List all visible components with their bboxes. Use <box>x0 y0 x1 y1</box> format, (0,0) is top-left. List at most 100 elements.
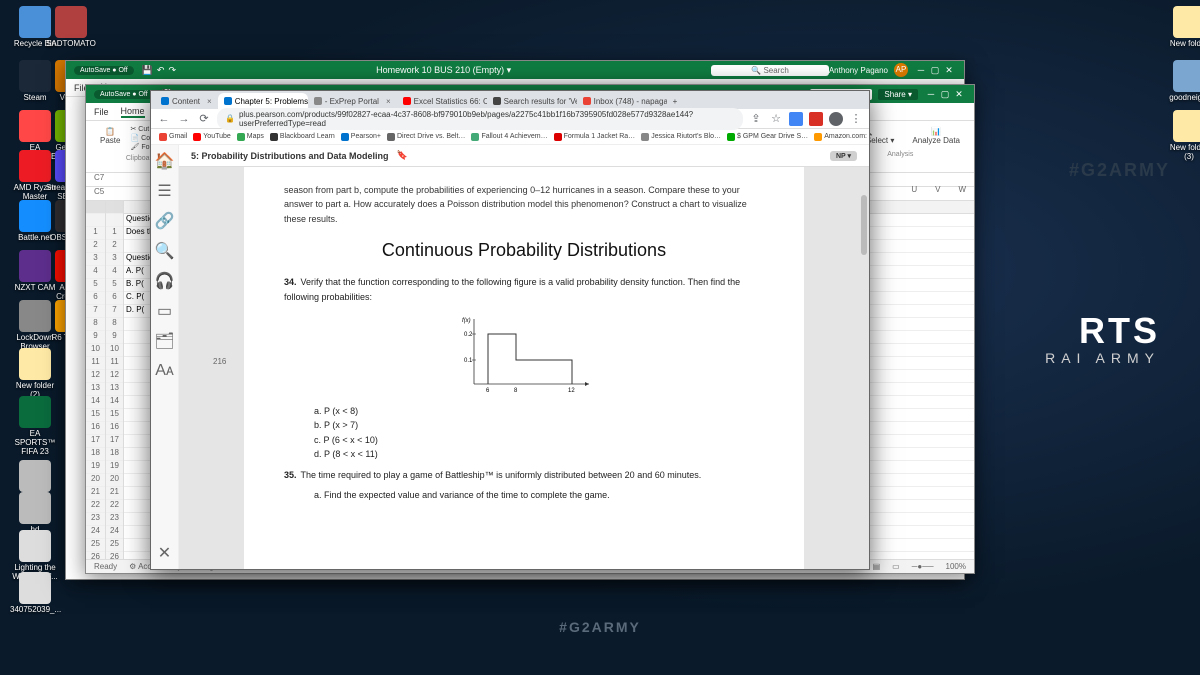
bookmark-page-icon[interactable]: 🔖 <box>397 150 408 161</box>
row-header[interactable]: 7 <box>106 305 123 318</box>
row-header[interactable]: 6 <box>86 292 105 305</box>
browser-tab[interactable]: Search results for 'Verify th…× <box>487 93 577 109</box>
paste-button[interactable]: 📋Paste <box>94 125 126 151</box>
toc-icon[interactable]: ☰ <box>157 183 173 199</box>
bookmark-item[interactable]: Formula 1 Jacket Ra… <box>554 133 636 141</box>
desktop-icon[interactable]: 340752039_... <box>10 572 60 615</box>
row-header[interactable]: 5 <box>106 279 123 292</box>
desktop-icon[interactable]: hd <box>10 492 60 535</box>
browser-tab[interactable]: Excel Statistics 66: Continu…× <box>397 93 487 109</box>
desktop-icon[interactable]: New folder (2) <box>10 348 60 400</box>
browser-tab[interactable]: Inbox (748) - napagano11@× <box>577 93 667 109</box>
desktop-icon[interactable]: New folder <box>1164 6 1200 49</box>
bookmark-star-icon[interactable]: ☆ <box>769 112 783 125</box>
row-header[interactable]: 11 <box>86 357 105 370</box>
extension-1-icon[interactable] <box>789 112 803 126</box>
search-icon[interactable]: 🔍 <box>157 243 173 259</box>
row-header[interactable]: 3 <box>86 253 105 266</box>
row-header[interactable]: 14 <box>106 396 123 409</box>
bookmark-item[interactable]: Fallout 4 Achievem… <box>471 133 547 141</box>
save-icon[interactable]: 💾 <box>142 65 153 76</box>
user-name[interactable]: Anthony Pagano <box>829 66 888 75</box>
row-header[interactable]: 24 <box>86 526 105 539</box>
zoom-level[interactable]: 100% <box>946 562 966 571</box>
notes-icon[interactable]: ▭ <box>157 303 173 319</box>
row-header[interactable]: 9 <box>106 331 123 344</box>
row-header[interactable]: 25 <box>106 539 123 552</box>
profile-avatar[interactable] <box>829 112 843 126</box>
view-break-icon[interactable]: ▭ <box>892 562 900 571</box>
browser-tab[interactable]: Chapter 5: Problems and E...× <box>218 93 308 109</box>
row-header[interactable]: 2 <box>86 240 105 253</box>
bookmark-item[interactable]: Gmail <box>159 133 187 141</box>
row-header[interactable]: 13 <box>106 383 123 396</box>
audio-icon[interactable]: 🎧 <box>157 273 173 289</box>
row-header[interactable]: 12 <box>86 370 105 383</box>
reload-button[interactable]: ⟳ <box>197 112 211 125</box>
new-tab-button[interactable]: + <box>667 93 684 109</box>
row-header[interactable]: 21 <box>106 487 123 500</box>
forward-button[interactable]: → <box>177 113 191 125</box>
extension-2-icon[interactable] <box>809 112 823 126</box>
row-header[interactable]: 5 <box>86 279 105 292</box>
row-header[interactable]: 1 <box>106 227 123 240</box>
row-header[interactable]: 24 <box>106 526 123 539</box>
browser-tab[interactable]: Content× <box>155 93 218 109</box>
row-header[interactable]: 4 <box>106 266 123 279</box>
bookmark-item[interactable]: Jessica Riutort's Blo… <box>641 133 721 141</box>
bookmark-item[interactable]: Amazon.com: DAVC… <box>814 133 869 141</box>
row-header[interactable]: 25 <box>86 539 105 552</box>
home-icon[interactable]: 🏠 <box>157 153 173 169</box>
bookmark-item[interactable]: Direct Drive vs. Belt… <box>387 133 465 141</box>
row-header[interactable]: 17 <box>106 435 123 448</box>
bookmark-item[interactable]: Pearson+ <box>341 133 381 141</box>
scrollbar-thumb[interactable] <box>861 195 867 255</box>
row-header[interactable]: 20 <box>86 474 105 487</box>
row-header[interactable]: 19 <box>86 461 105 474</box>
maximize-icon[interactable]: ▢ <box>938 89 952 100</box>
desktop-icon[interactable]: EA SPORTS™ FIFA 23 <box>10 396 60 456</box>
row-header[interactable]: 14 <box>86 396 105 409</box>
row-header[interactable]: 12 <box>106 370 123 383</box>
row-header[interactable]: 8 <box>106 318 123 331</box>
row-header[interactable]: 11 <box>106 357 123 370</box>
desktop-icon[interactable]: New folder (3) <box>1164 110 1200 162</box>
analyze-data-button[interactable]: 📊Analyze Data <box>906 125 966 147</box>
browser-tab[interactable]: - ExPrep Portal× <box>308 93 397 109</box>
row-header[interactable]: 16 <box>106 422 123 435</box>
row-header[interactable]: 23 <box>106 513 123 526</box>
maximize-icon[interactable]: ▢ <box>928 65 942 76</box>
row-header[interactable]: 4 <box>86 266 105 279</box>
excel-titlebar[interactable]: AutoSave ● Off 💾 ↶ ↷ Homework 10 BUS 210… <box>66 61 964 79</box>
row-header[interactable]: 10 <box>86 344 105 357</box>
bookmark-item[interactable]: Blackboard Learn <box>270 133 335 141</box>
row-header[interactable]: 15 <box>86 409 105 422</box>
font-size-icon[interactable]: Aᴀ <box>157 363 173 379</box>
np-dropdown[interactable]: NP ▾ <box>830 151 857 161</box>
bookmark-item[interactable]: Maps <box>237 133 264 141</box>
row-header[interactable]: 15 <box>106 409 123 422</box>
address-bar[interactable]: 🔒 plus.pearson.com/products/99f02827-eca… <box>217 108 743 130</box>
tab-home[interactable]: Home <box>121 106 145 118</box>
row-header[interactable]: 18 <box>106 448 123 461</box>
desktop-icon[interactable]: goodneig... <box>1164 60 1200 103</box>
row-header[interactable]: 8 <box>86 318 105 331</box>
share-icon[interactable]: ⇪ <box>749 112 763 125</box>
close-icon[interactable]: ✕ <box>942 65 956 76</box>
row-header[interactable]: 21 <box>86 487 105 500</box>
view-page-icon[interactable]: ▤ <box>873 562 881 571</box>
minimize-icon[interactable]: ─ <box>914 65 928 75</box>
autosave-toggle-2[interactable]: AutoSave ● Off <box>94 90 154 99</box>
row-header[interactable]: 3 <box>106 253 123 266</box>
back-button[interactable]: ← <box>157 113 171 125</box>
redo-icon[interactable]: ↷ <box>168 65 176 76</box>
minimize-icon[interactable]: ─ <box>924 89 938 99</box>
zoom-slider[interactable]: ─●── <box>912 562 934 571</box>
row-header[interactable]: 1 <box>86 227 105 240</box>
row-header[interactable]: 20 <box>106 474 123 487</box>
bookmark-item[interactable]: YouTube <box>193 133 231 141</box>
undo-icon[interactable]: ↶ <box>157 65 165 76</box>
tab-close-icon[interactable]: × <box>207 97 212 106</box>
row-header[interactable]: 22 <box>106 500 123 513</box>
link-icon[interactable]: 🔗 <box>157 213 173 229</box>
